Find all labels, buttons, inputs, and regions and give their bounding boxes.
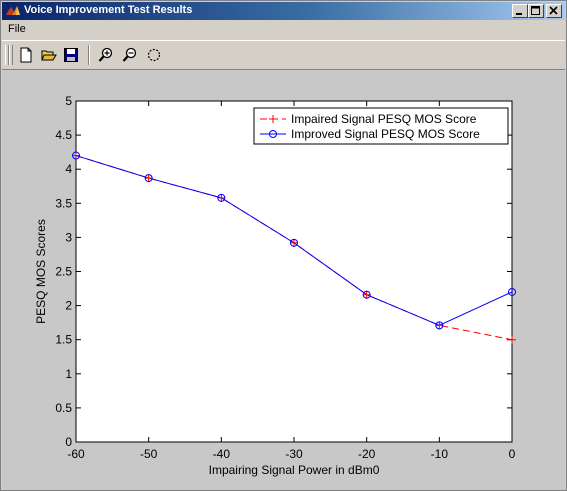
window-title: Voice Improvement Test Results [24, 4, 193, 16]
new-file-icon [20, 47, 32, 63]
maximize-icon [531, 6, 540, 15]
new-figure-button[interactable] [16, 45, 36, 65]
figure-toolbar [2, 40, 565, 70]
x-tick-label: -30 [285, 447, 303, 461]
figure-window: Voice Improvement Test Results File -60 … [0, 0, 567, 491]
rotate-icon [147, 48, 161, 62]
close-button[interactable] [546, 4, 562, 18]
menu-bar: File [2, 20, 565, 39]
close-icon [549, 6, 558, 15]
y-tick-label: 5 [65, 94, 72, 108]
y-tick-label: 0 [65, 435, 72, 449]
zoom-out-button[interactable] [120, 45, 140, 65]
y-tick-label: 4 [65, 162, 72, 176]
legend[interactable]: Impaired Signal PESQ MOS ScoreImproved S… [253, 107, 509, 145]
toolbar-grip[interactable] [9, 45, 13, 65]
legend-label-1: Impaired Signal PESQ MOS Score [291, 112, 477, 126]
open-folder-icon [41, 50, 57, 61]
axes-area[interactable] [75, 100, 513, 443]
zoom-in-button[interactable] [96, 45, 116, 65]
y-tick-label: 3.5 [55, 196, 72, 210]
rotate-3d-button[interactable] [144, 45, 164, 65]
x-tick-label: -40 [213, 447, 231, 461]
legend-entry-1[interactable]: Impaired Signal PESQ MOS Score [260, 112, 477, 126]
y-tick-label: 1.5 [55, 333, 72, 347]
matlab-app-icon [6, 6, 20, 15]
maximize-button[interactable] [528, 4, 544, 18]
save-figure-button[interactable] [61, 45, 81, 65]
x-tick-label: -50 [140, 447, 158, 461]
y-tick-label: 0.5 [55, 401, 72, 415]
y-tick-label: 3 [65, 230, 72, 244]
menu-file[interactable]: File [8, 23, 26, 35]
zoom-in-icon [98, 47, 113, 62]
y-axis-label: PESQ MOS Scores [34, 219, 48, 324]
y-tick-label: 4.5 [55, 128, 72, 142]
zoom-out-icon [122, 47, 137, 62]
plot-svg[interactable]: -60 -50 -40 -30 -20 -10 0 0 0.5 1 1.5 2 2.5 3 3.5 4 4.5 5… [2, 70, 565, 490]
y-tick-label: 2 [65, 299, 72, 313]
x-axis-label: Impairing Signal Power in dBm0 [209, 463, 380, 477]
x-tick-label: 0 [509, 447, 516, 461]
toolbar-separator [88, 45, 90, 65]
minimize-icon [516, 13, 522, 15]
x-tick-label: -60 [67, 447, 85, 461]
x-tick-label: -10 [431, 447, 449, 461]
figure-canvas[interactable]: -60 -50 -40 -30 -20 -10 0 0 0.5 1 1.5 2 2.5 3 3.5 4 4.5 5… [2, 70, 565, 490]
y-tick-label: 1 [65, 367, 72, 381]
open-file-button[interactable] [39, 45, 59, 65]
minimize-button[interactable] [512, 4, 528, 18]
save-icon [64, 48, 78, 62]
y-tick-label: 2.5 [55, 265, 72, 279]
title-bar[interactable]: Voice Improvement Test Results [2, 2, 565, 20]
x-tick-label: -20 [358, 447, 376, 461]
legend-entry-2[interactable]: Improved Signal PESQ MOS Score [260, 127, 480, 141]
legend-label-2: Improved Signal PESQ MOS Score [291, 127, 480, 141]
